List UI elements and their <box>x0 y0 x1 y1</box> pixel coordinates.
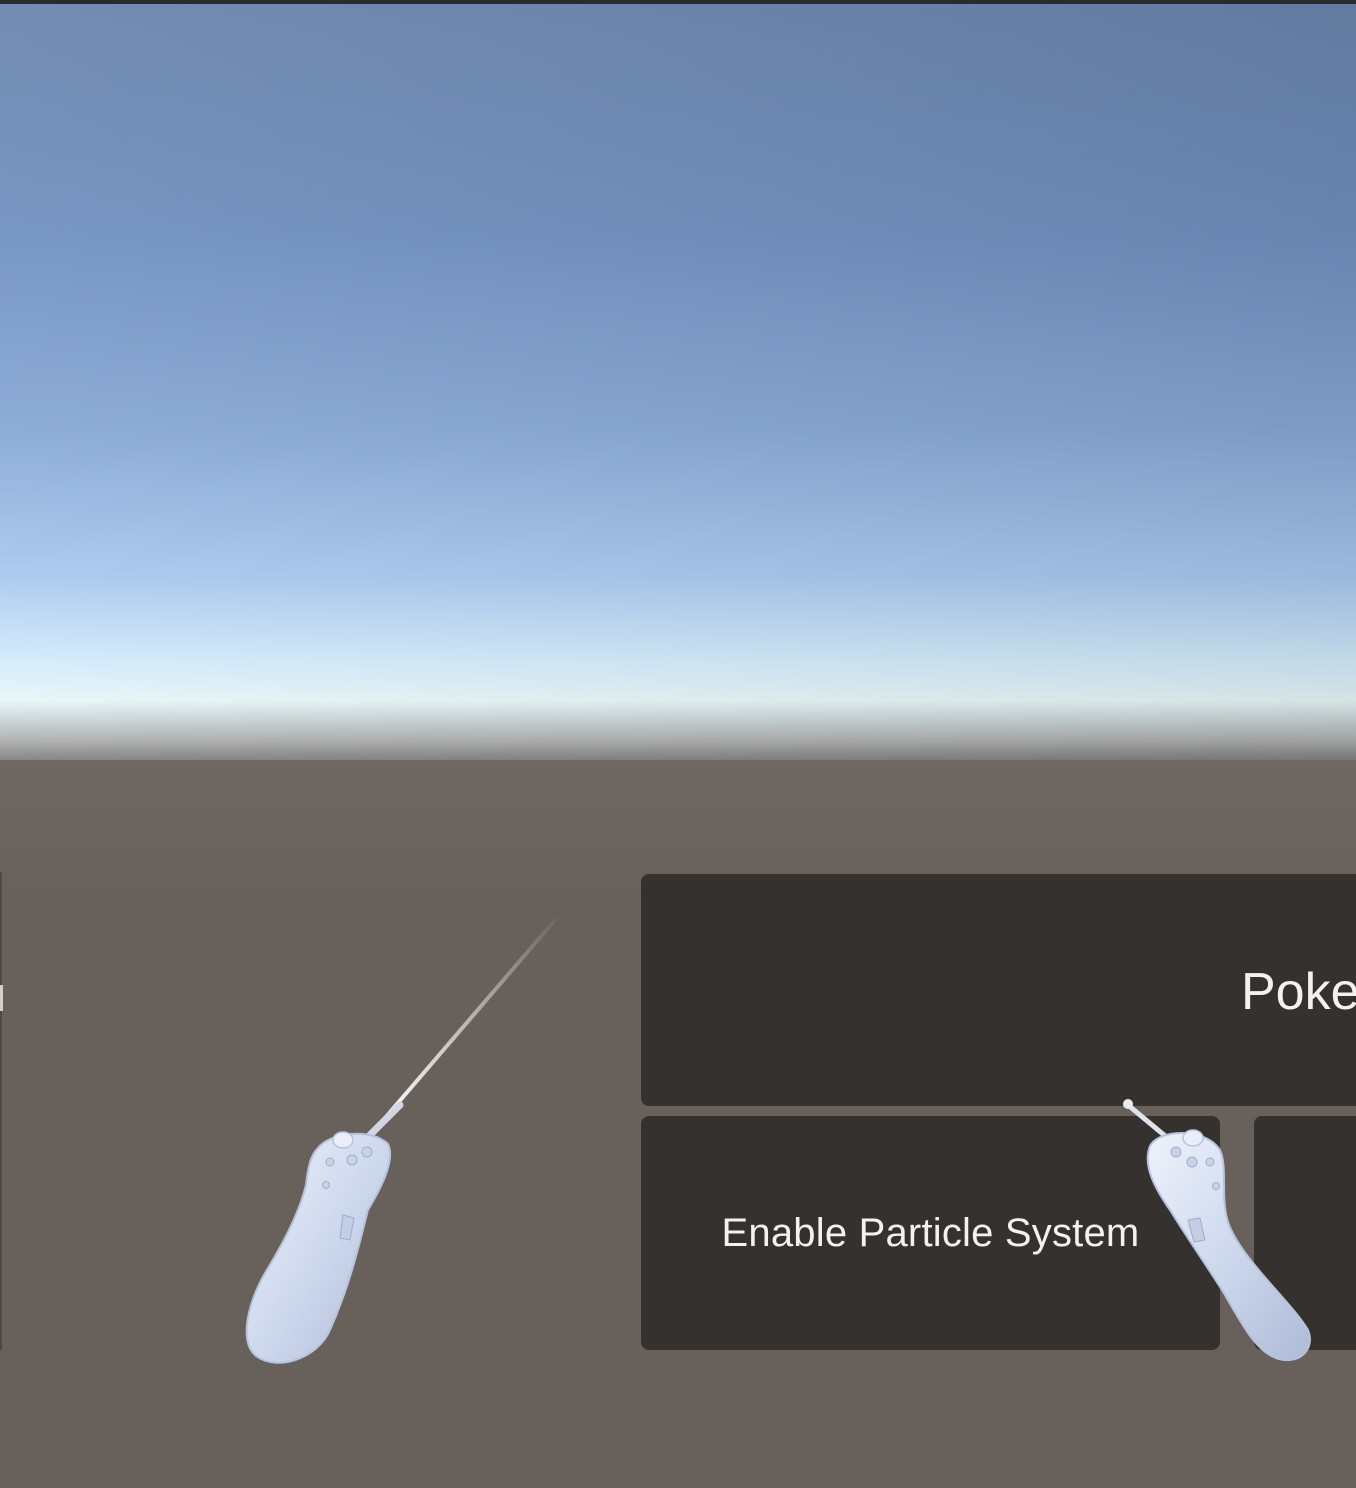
left-controller-icon[interactable] <box>245 1101 404 1364</box>
right-controller-icon[interactable] <box>1146 1129 1311 1361</box>
controllers-layer <box>245 918 1311 1364</box>
left-controller-ray <box>383 918 557 1120</box>
vr-viewport: Poke Enable Particle System <box>0 0 1356 1488</box>
right-ray-tip <box>1123 1099 1133 1109</box>
